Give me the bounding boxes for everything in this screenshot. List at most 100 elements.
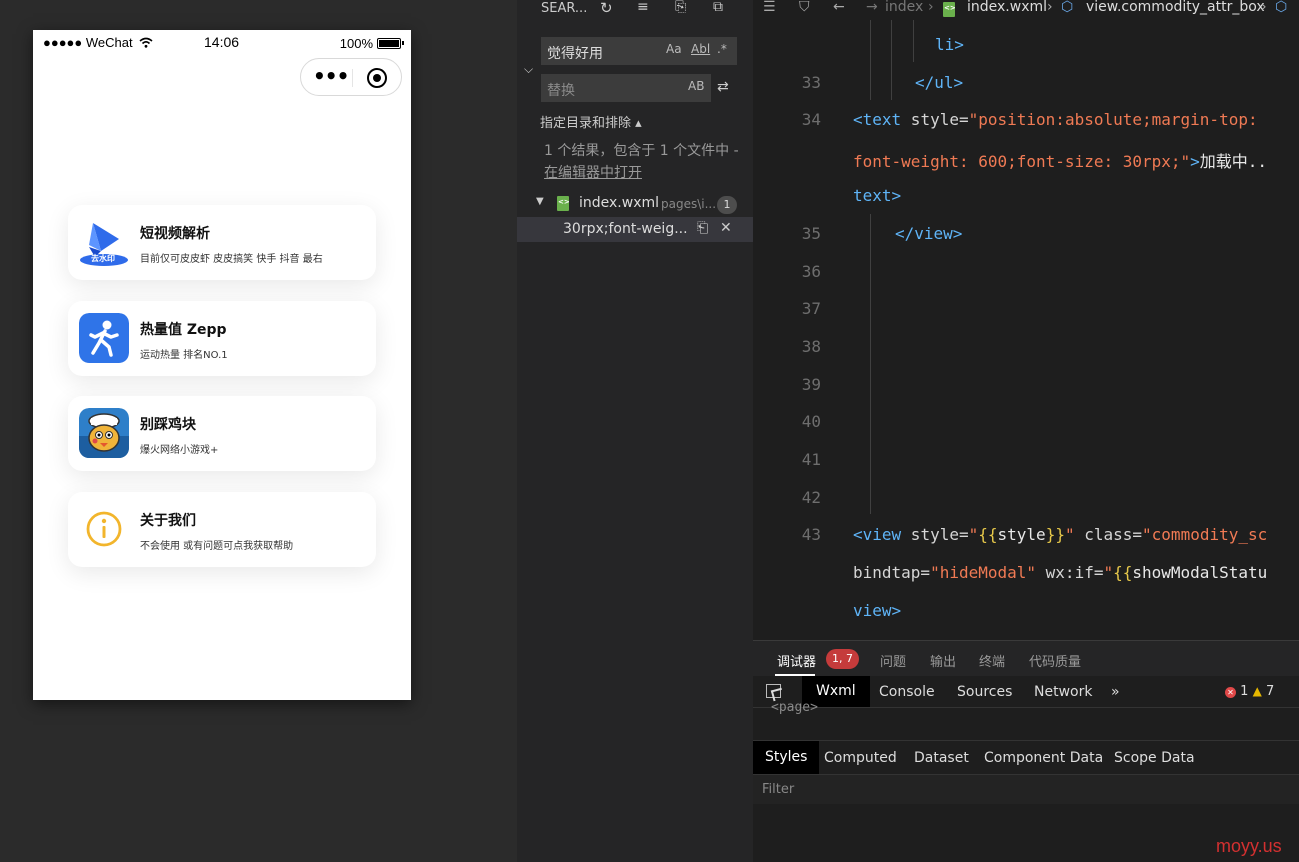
miniprogram-capsule: ••• <box>300 58 402 96</box>
close-miniprogram-icon[interactable] <box>367 68 387 88</box>
new-search-editor-icon[interactable]: ⎘ <box>675 0 686 15</box>
code-line: 39 <box>801 375 821 394</box>
tab-styles[interactable]: Styles <box>753 741 820 774</box>
code-line: 40 <box>801 412 821 431</box>
tab-component-data[interactable]: Component Data <box>984 750 1103 766</box>
result-match-row[interactable]: 30rpx;font-weig... ⎗ ✕ <box>517 217 753 242</box>
status-bar: ●●●●● WeChat 14:06 100% <box>33 30 411 56</box>
open-in-editor-link[interactable]: 在编辑器中打开 <box>544 165 642 181</box>
card-chicken-game[interactable]: 别踩鸡块 爆火网络小游戏+ <box>68 396 376 471</box>
regex-icon[interactable]: .* <box>717 42 727 56</box>
error-warning-counter[interactable]: ✕ 1 ▲ 7 <box>1225 684 1274 699</box>
app-window: ●●●●● WeChat 14:06 100% ••• 去水印 短视频解析 目前… <box>0 0 1299 862</box>
bookmark-icon[interactable]: ⛉ <box>799 0 810 15</box>
element-cube-icon: ⬡ <box>1061 0 1074 15</box>
wxml-file-icon <box>557 196 570 211</box>
video-parse-icon: 去水印 <box>79 217 129 267</box>
match-count-badge: 1 <box>717 196 737 214</box>
card-title: 别踩鸡块 <box>140 417 196 433</box>
breadcrumb-file[interactable]: index.wxml <box>967 0 1047 15</box>
error-count-badge: 1, 7 <box>826 649 859 669</box>
battery-percent: 100% <box>339 36 373 51</box>
collapse-all-icon[interactable]: ⧉ <box>713 0 723 15</box>
tab-dataset[interactable]: Dataset <box>914 750 969 766</box>
code-line: 33 </ul> <box>801 73 964 92</box>
tab-terminal[interactable]: 终端 <box>979 651 1005 670</box>
breadcrumb-element[interactable]: view.commodity_attr_box <box>1086 0 1265 15</box>
code-line: 42 <box>801 488 821 507</box>
code-line: font-weight: 600;font-size: 30rpx;">加载中.… <box>853 152 1268 171</box>
code-line: bindtap="hideModal" wx:if="{{showModalSt… <box>853 563 1268 582</box>
styles-subtabs: Styles Computed Dataset Component Data S… <box>753 740 1299 774</box>
search-result-summary: 1 个结果，包含于 1 个文件中 - 在编辑器中打开 <box>544 143 739 181</box>
code-line: li> <box>935 35 964 54</box>
forward-arrow-icon[interactable]: → <box>866 0 878 15</box>
wxml-file-icon <box>943 2 956 17</box>
code-line: 36 <box>801 262 821 281</box>
code-line: 35 </view> <box>801 224 963 243</box>
tab-computed[interactable]: Computed <box>824 750 897 766</box>
refresh-icon[interactable]: ↻ <box>600 0 613 17</box>
more-menu-icon[interactable]: ••• <box>313 66 349 86</box>
search-query: 觉得好用 <box>547 46 603 62</box>
running-man-icon <box>79 313 129 363</box>
replace-all-icon[interactable]: ⇄ <box>717 79 729 95</box>
tab-code-quality[interactable]: 代码质量 <box>1029 651 1081 670</box>
card-description: 爆火网络小游戏+ <box>140 445 219 456</box>
tab-scope-data[interactable]: Scope Data <box>1114 750 1195 766</box>
capsule-divider <box>352 69 353 87</box>
tab-network[interactable]: Network <box>1034 684 1092 700</box>
devtools-panel-tabs: Wxml Console Sources Network » ✕ 1 ▲ 7 <box>753 676 1299 708</box>
tab-console[interactable]: Console <box>879 684 935 700</box>
replace-match-icon[interactable]: ⎗ <box>697 220 708 236</box>
replace-input[interactable]: 替换 AB <box>541 74 711 102</box>
battery-icon <box>377 38 404 49</box>
code-line: text> <box>853 186 902 205</box>
card-about-us[interactable]: 关于我们 不会使用 或有问题可点我获取帮助 <box>68 492 376 567</box>
card-description: 运动热量 排名NO.1 <box>140 350 228 361</box>
element-picker-icon[interactable] <box>766 684 781 698</box>
card-video-parse[interactable]: 去水印 短视频解析 目前仅可皮皮虾 皮皮搞笑 快手 抖音 最右 <box>68 205 376 280</box>
code-line: 41 <box>801 450 821 469</box>
result-file-row[interactable]: ▼ index.wxml pages\i... 1 <box>517 193 753 215</box>
search-panel: SEAR... ↻ ≡ ⎘ ⧉ ⌵ 觉得好用 Aa Abl .* 替换 AB ⇄… <box>517 0 753 862</box>
search-header: SEAR... ↻ ≡ ⎘ ⧉ <box>517 0 753 20</box>
styles-filter[interactable]: Filter <box>753 774 1299 804</box>
watermark-badge: 去水印 <box>91 254 115 263</box>
match-case-icon[interactable]: Aa <box>666 42 682 56</box>
wxml-tree[interactable]: <page> <box>753 700 1299 740</box>
more-tabs-icon[interactable]: » <box>1111 684 1120 700</box>
tab-problems[interactable]: 问题 <box>880 651 906 670</box>
breadcrumb: ☰ ⛉ ← → index › index.wxml › ⬡ view.comm… <box>753 0 1299 20</box>
match-text: 30rpx;font-weig... <box>563 221 688 237</box>
card-description: 不会使用 或有问题可点我获取帮助 <box>140 541 294 552</box>
bottom-panel-tabs: 调试器 1, 7 问题 输出 终端 代码质量 <box>753 640 1299 676</box>
toggle-replace-chevron-icon[interactable]: ⌵ <box>524 62 533 77</box>
code-line: 37 <box>801 299 821 318</box>
tab-output[interactable]: 输出 <box>930 651 956 670</box>
search-input[interactable]: 觉得好用 Aa Abl .* <box>541 37 737 65</box>
dismiss-match-icon[interactable]: ✕ <box>720 220 732 236</box>
element-cube-icon: ⬡ <box>1275 0 1288 15</box>
code-line: 43 <view style="{{style}}" class="commod… <box>801 525 1268 544</box>
card-title: 短视频解析 <box>140 226 210 242</box>
whole-word-icon[interactable]: Abl <box>691 42 710 56</box>
back-arrow-icon[interactable]: ← <box>833 0 845 15</box>
tab-sources[interactable]: Sources <box>957 684 1012 700</box>
tab-debugger[interactable]: 调试器 <box>777 651 816 670</box>
breadcrumb-folder[interactable]: index <box>885 0 923 15</box>
include-exclude-toggle[interactable]: 指定目录和排除 ▴ <box>540 112 642 131</box>
card-title: 热量值 Zepp <box>140 322 227 338</box>
phone-screen: ●●●●● WeChat 14:06 100% ••• 去水印 短视频解析 目前… <box>33 30 411 700</box>
card-description: 目前仅可皮皮虾 皮皮搞笑 快手 抖音 最右 <box>140 254 323 265</box>
clear-results-icon[interactable]: ≡ <box>637 0 649 15</box>
expand-arrow-icon[interactable]: ▼ <box>536 196 544 207</box>
tree-node-page[interactable]: <page> <box>771 700 818 715</box>
file-name: index.wxml <box>579 195 660 211</box>
status-time: 14:06 <box>204 34 240 50</box>
code-editor[interactable]: ☰ ⛉ ← → index › index.wxml › ⬡ view.comm… <box>753 0 1299 640</box>
outline-icon[interactable]: ☰ <box>763 0 776 15</box>
file-path: pages\i... <box>661 197 717 211</box>
preserve-case-icon[interactable]: AB <box>688 79 704 93</box>
card-zepp[interactable]: 热量值 Zepp 运动热量 排名NO.1 <box>68 301 376 376</box>
